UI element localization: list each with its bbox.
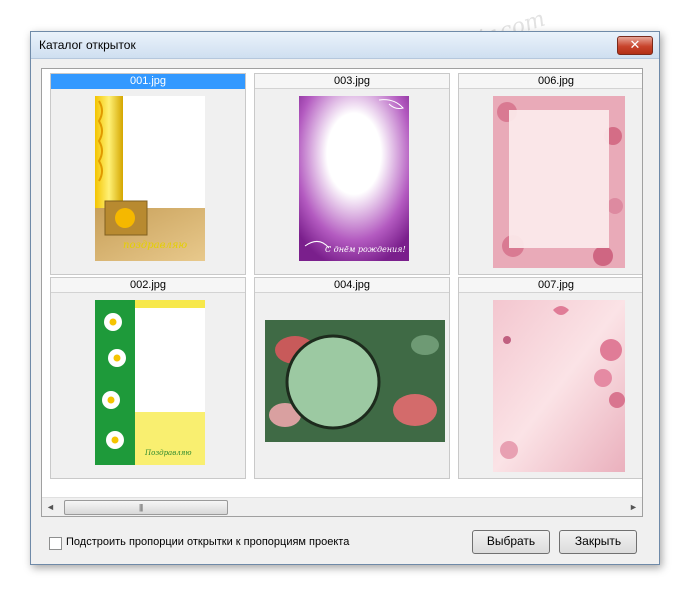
gallery-item-label: 003.jpg xyxy=(255,74,449,89)
postcard-thumbnail xyxy=(265,320,445,442)
close-button[interactable]: Закрыть xyxy=(559,530,637,554)
close-icon: ✕ xyxy=(629,37,641,52)
postcard-thumbnail xyxy=(493,96,625,268)
gallery-item-label: 001.jpg xyxy=(51,74,245,89)
scroll-left-icon[interactable]: ◄ xyxy=(42,498,59,516)
thumbnail-caption: С днём рождения! xyxy=(325,245,406,254)
gallery-item-label: 006.jpg xyxy=(459,74,642,89)
postcard-thumbnail: поздравляю xyxy=(95,96,205,261)
scroll-right-icon[interactable]: ► xyxy=(625,498,642,516)
dialog-window: Каталог открыток ✕ 001.jpg поздравляю 00… xyxy=(30,31,660,565)
close-window-button[interactable]: ✕ xyxy=(617,36,653,55)
thumbnail-caption: Поздравляю xyxy=(144,449,192,457)
fit-proportions-checkbox[interactable] xyxy=(49,537,62,550)
scrollbar-thumb[interactable]: ||| xyxy=(64,500,228,515)
title-bar[interactable]: Каталог открыток ✕ xyxy=(31,32,659,59)
select-button[interactable]: Выбрать xyxy=(472,530,550,554)
gallery-item-007[interactable]: 007.jpg xyxy=(458,277,642,479)
gallery-item-006[interactable]: 006.jpg xyxy=(458,73,642,275)
gallery-item-003[interactable]: 003.jpg С днём рождения! xyxy=(254,73,450,275)
grip-icon: ||| xyxy=(139,503,143,512)
gallery-item-label: 004.jpg xyxy=(255,278,449,293)
gallery-item-label: 002.jpg xyxy=(51,278,245,293)
gallery-item-004[interactable]: 004.jpg xyxy=(254,277,450,479)
window-title: Каталог открыток xyxy=(39,38,136,52)
thumbnail-caption: поздравляю xyxy=(123,240,187,251)
postcard-thumbnail: Поздравляю xyxy=(95,300,205,465)
gallery-item-label: 007.jpg xyxy=(459,278,642,293)
postcard-thumbnail xyxy=(493,300,625,472)
fit-proportions-label: Подстроить пропорции открытки к пропорци… xyxy=(66,536,350,548)
horizontal-scrollbar[interactable]: ◄ ||| ► xyxy=(42,497,642,516)
gallery-item-001[interactable]: 001.jpg поздравляю xyxy=(50,73,246,275)
postcard-gallery: 001.jpg поздравляю 003.jpg С днём рожден… xyxy=(41,68,643,517)
postcard-thumbnail: С днём рождения! xyxy=(299,96,409,261)
gallery-item-002[interactable]: 002.jpg Поздравляю xyxy=(50,277,246,479)
